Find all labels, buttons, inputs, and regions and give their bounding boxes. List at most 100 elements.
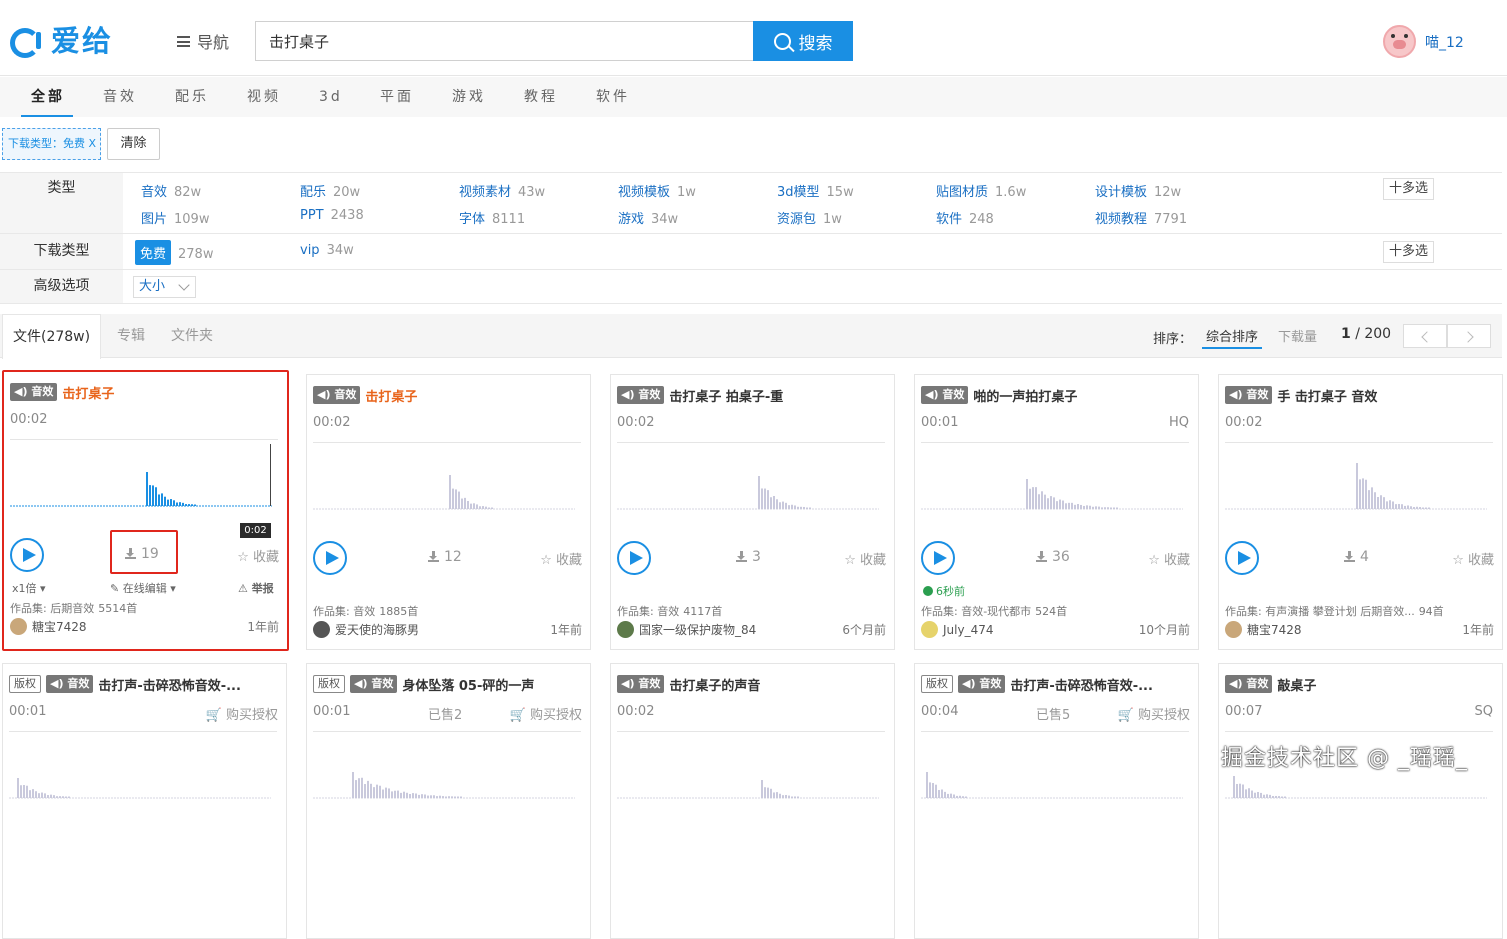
download-count[interactable]: 36 xyxy=(1036,549,1070,565)
favorite-button[interactable]: ☆ 收藏 xyxy=(1148,549,1190,568)
download-multi-select-button[interactable]: 十多选 xyxy=(1383,241,1434,263)
speed-select[interactable]: x1倍 ▾ xyxy=(12,580,46,596)
next-page-button[interactable] xyxy=(1447,324,1491,348)
sort-downloads[interactable]: 下载量 xyxy=(1278,326,1317,345)
waveform[interactable] xyxy=(921,447,1183,529)
collection[interactable]: 作品集: 音效 1885首 xyxy=(313,603,418,619)
waveform[interactable] xyxy=(313,447,575,529)
sound-card[interactable]: ◀) 音效 击打桌子 00:02 12 ☆ 收藏 作品集: 音效 1885首 爱天使… xyxy=(306,374,591,650)
nav-menu-button[interactable]: 导航 xyxy=(177,30,229,52)
waveform[interactable] xyxy=(617,736,879,818)
search-button[interactable]: 搜索 xyxy=(753,21,853,61)
collection[interactable]: 作品集: 后期音效 5514首 xyxy=(10,600,137,616)
waveform[interactable] xyxy=(10,444,272,526)
download-count[interactable]: 4 xyxy=(1344,549,1369,565)
card-title[interactable]: 版权 ◀) 音效 击打声-击碎恐怖音效-... xyxy=(9,675,279,693)
card-title[interactable]: ◀) 音效手 击打桌子 音效 xyxy=(1225,386,1495,404)
waveform[interactable] xyxy=(617,447,879,529)
tab-tutorial[interactable]: 教程 xyxy=(524,77,558,117)
filter-type-item[interactable]: 贴图材质 1.6w xyxy=(936,181,1026,200)
tab-all[interactable]: 全部 xyxy=(21,77,73,117)
tab-music[interactable]: 配乐 xyxy=(175,77,209,117)
filter-type-item[interactable]: 设计模板 12w xyxy=(1095,181,1181,200)
sound-card[interactable]: ◀) 音效 敲桌子 00:07 SQ xyxy=(1218,663,1503,939)
filter-type-item[interactable]: 3d模型 15w xyxy=(777,181,854,200)
tab-flat[interactable]: 平面 xyxy=(380,77,414,117)
filter-type-item[interactable]: 视频素材 43w xyxy=(459,181,545,200)
play-button[interactable] xyxy=(1225,541,1259,575)
favorite-button[interactable]: ☆ 收藏 xyxy=(540,549,582,568)
report-button[interactable]: ⚠ 举报 xyxy=(238,580,274,596)
download-count[interactable]: 12 xyxy=(428,549,462,565)
sound-card[interactable]: ◀) 音效 击打桌子的声音 00:02 xyxy=(610,663,895,939)
waveform[interactable] xyxy=(313,736,575,818)
sound-card[interactable]: ◀) 音效 啪的一声拍打桌子 00:01 HQ 36 ☆ 收藏 6秒前 作品集: … xyxy=(914,374,1199,650)
waveform[interactable] xyxy=(921,736,1183,818)
search-input[interactable]: 击打桌子 xyxy=(255,21,753,61)
tab-software[interactable]: 软件 xyxy=(596,77,630,117)
favorite-button[interactable]: ☆ 收藏 xyxy=(237,546,279,565)
favorite-button[interactable]: ☆ 收藏 xyxy=(844,549,886,568)
card-title[interactable]: ◀) 音效 击打桌子 xyxy=(10,383,280,401)
card-title[interactable]: ◀) 音效 敲桌子 xyxy=(1225,675,1495,693)
author[interactable]: July_474 xyxy=(921,621,993,638)
tab-game[interactable]: 游戏 xyxy=(452,77,486,117)
filter-download-vip[interactable]: vip 34w xyxy=(300,243,354,258)
author[interactable]: 糖宝7428 xyxy=(10,618,87,635)
type-multi-select-button[interactable]: 十多选 xyxy=(1383,178,1434,200)
filter-download-free[interactable]: 免费 278w xyxy=(135,240,213,265)
site-logo[interactable]: 爱给 xyxy=(10,22,113,58)
card-title[interactable]: ◀) 音效 击打桌子 拍桌子-重 xyxy=(617,386,887,404)
play-button[interactable] xyxy=(617,541,651,575)
buy-license-button[interactable]: 🛒 购买授权 xyxy=(510,704,582,723)
card-title[interactable]: ◀) 音效 啪的一声拍打桌子 xyxy=(921,386,1191,404)
user-menu[interactable]: 喵_12 xyxy=(1383,25,1464,58)
filter-type-item[interactable]: 软件 248 xyxy=(936,208,994,227)
waveform[interactable] xyxy=(1225,447,1487,529)
filter-type-item[interactable]: 图片 109w xyxy=(141,208,209,227)
author[interactable]: 爱天使的海豚男 xyxy=(313,621,419,638)
card-title[interactable]: ◀) 音效 击打桌子 xyxy=(313,386,583,404)
tab-sound[interactable]: 音效 xyxy=(103,77,137,117)
card-title[interactable]: 版权 ◀) 音效 身体坠落 05-砰的一声 xyxy=(313,675,583,693)
tab-files[interactable]: 文件(278w) xyxy=(2,314,102,359)
download-count[interactable]: 19 xyxy=(125,546,159,562)
filter-type-item[interactable]: 字体 8111 xyxy=(459,208,525,227)
tab-folders[interactable]: 文件夹 xyxy=(171,314,213,358)
filter-type-item[interactable]: 音效 82w xyxy=(141,181,201,200)
filter-type-item[interactable]: PPT 2438 xyxy=(300,208,364,223)
sound-card[interactable]: ◀) 音效 击打桌子 00:02 19 ☆ 收藏 x1倍 ▾ ✎ 在线编辑 ▾ ⚠… xyxy=(2,370,289,651)
sound-card[interactable]: 版权 ◀) 音效 击打声-击碎恐怖音效-... 00:04 已售5 🛒 购买授权 xyxy=(914,663,1199,939)
tab-albums[interactable]: 专辑 xyxy=(117,314,145,358)
author[interactable]: 国家一级保护废物_84 xyxy=(617,621,756,638)
filter-type-item[interactable]: 游戏 34w xyxy=(618,208,678,227)
filter-type-item[interactable]: 资源包 1w xyxy=(777,208,842,227)
author[interactable]: 糖宝7428 xyxy=(1225,621,1302,638)
waveform[interactable] xyxy=(9,736,271,818)
card-title[interactable]: ◀) 音效 击打桌子的声音 xyxy=(617,675,887,693)
buy-license-button[interactable]: 🛒 购买授权 xyxy=(206,704,278,723)
filter-type-item[interactable]: 视频模板 1w xyxy=(618,181,696,200)
tab-3d[interactable]: 3d xyxy=(319,77,343,117)
collection[interactable]: 作品集: 有声演播 攀登计划 后期音效... 94首 xyxy=(1225,603,1444,619)
buy-license-button[interactable]: 🛒 购买授权 xyxy=(1118,704,1190,723)
play-button[interactable] xyxy=(921,541,955,575)
filter-type-item[interactable]: 配乐 20w xyxy=(300,181,360,200)
filter-type-item[interactable]: 视频教程 7791 xyxy=(1095,208,1187,227)
online-edit-button[interactable]: ✎ 在线编辑 ▾ xyxy=(110,580,176,596)
collection[interactable]: 作品集: 音效 4117首 xyxy=(617,603,722,619)
sound-card[interactable]: ◀) 音效手 击打桌子 音效 00:02 4 ☆ 收藏 作品集: 有声演播 攀登… xyxy=(1218,374,1503,650)
card-title[interactable]: 版权 ◀) 音效 击打声-击碎恐怖音效-... xyxy=(921,675,1191,693)
active-filter-chip[interactable]: 下载类型：免费 X xyxy=(2,128,101,160)
play-button[interactable] xyxy=(10,538,44,572)
play-button[interactable] xyxy=(313,541,347,575)
download-count[interactable]: 3 xyxy=(736,549,761,565)
sound-card[interactable]: ◀) 音效 击打桌子 拍桌子-重 00:02 3 ☆ 收藏 作品集: 音效 4117… xyxy=(610,374,895,650)
tab-video[interactable]: 视频 xyxy=(247,77,281,117)
favorite-button[interactable]: ☆ 收藏 xyxy=(1452,549,1494,568)
sound-card[interactable]: 版权 ◀) 音效 击打声-击碎恐怖音效-... 00:01 🛒 购买授权 xyxy=(2,663,287,939)
size-dropdown[interactable]: 大小 xyxy=(133,276,196,298)
collection[interactable]: 作品集: 音效-现代都市 524首 xyxy=(921,603,1067,619)
prev-page-button[interactable] xyxy=(1403,324,1447,348)
sort-comprehensive[interactable]: 综合排序 xyxy=(1202,326,1263,349)
